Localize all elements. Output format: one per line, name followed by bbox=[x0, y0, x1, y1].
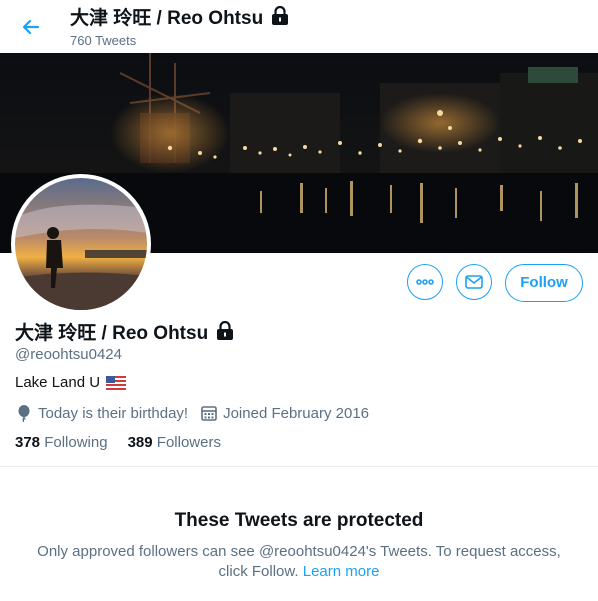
header-title-text: 大津 玲旺 / Reo Ohtsu bbox=[70, 8, 264, 29]
tweet-count: 760 Tweets bbox=[70, 33, 137, 48]
profile-handle: @reoohtsu0424 bbox=[15, 346, 122, 363]
profile-name: 大津 玲旺 / Reo Ohtsu bbox=[15, 321, 234, 345]
following-label: Following bbox=[44, 434, 108, 451]
profile-name-text: 大津 玲旺 / Reo Ohtsu bbox=[15, 323, 209, 344]
learn-more-link[interactable]: Learn more bbox=[303, 563, 380, 580]
mail-icon bbox=[465, 275, 483, 289]
calendar-icon bbox=[201, 406, 217, 421]
profile-bio: Lake Land U bbox=[15, 374, 127, 391]
us-flag-icon bbox=[106, 375, 127, 390]
birthday-item: Today is their birthday! bbox=[15, 404, 188, 422]
balloon-icon bbox=[18, 405, 30, 422]
follow-button[interactable]: Follow bbox=[505, 264, 583, 302]
protected-title: These Tweets are protected bbox=[174, 510, 424, 531]
more-icon bbox=[416, 279, 434, 285]
protected-text: Only approved followers can see @reoohts… bbox=[37, 543, 561, 580]
followers-link[interactable]: 389 Followers bbox=[128, 434, 221, 451]
message-button[interactable] bbox=[456, 264, 492, 300]
profile-meta: Today is their birthday! Joined February… bbox=[15, 404, 381, 422]
lock-icon bbox=[272, 6, 289, 25]
followers-label: Followers bbox=[156, 434, 221, 451]
joined-item: Joined February 2016 bbox=[200, 404, 369, 422]
back-arrow-icon bbox=[22, 19, 40, 35]
header-title: 大津 玲旺 / Reo Ohtsu bbox=[70, 6, 289, 31]
divider bbox=[0, 466, 598, 467]
more-button[interactable] bbox=[407, 264, 443, 300]
avatar-image bbox=[15, 178, 147, 310]
birthday-text: Today is their birthday! bbox=[38, 404, 189, 422]
following-link[interactable]: 378 Following bbox=[15, 434, 108, 451]
top-bar: 大津 玲旺 / Reo Ohtsu 760 Tweets bbox=[0, 0, 598, 53]
protected-message: Only approved followers can see @reoohts… bbox=[24, 542, 574, 582]
following-count: 378 bbox=[15, 434, 41, 451]
joined-text: Joined February 2016 bbox=[223, 404, 370, 422]
avatar[interactable] bbox=[11, 174, 151, 314]
profile-stats: 378 Following 389 Followers bbox=[15, 434, 241, 451]
back-button[interactable] bbox=[16, 12, 46, 42]
lock-icon bbox=[217, 321, 234, 340]
followers-count: 389 bbox=[127, 434, 153, 451]
bio-text: Lake Land U bbox=[15, 374, 101, 391]
